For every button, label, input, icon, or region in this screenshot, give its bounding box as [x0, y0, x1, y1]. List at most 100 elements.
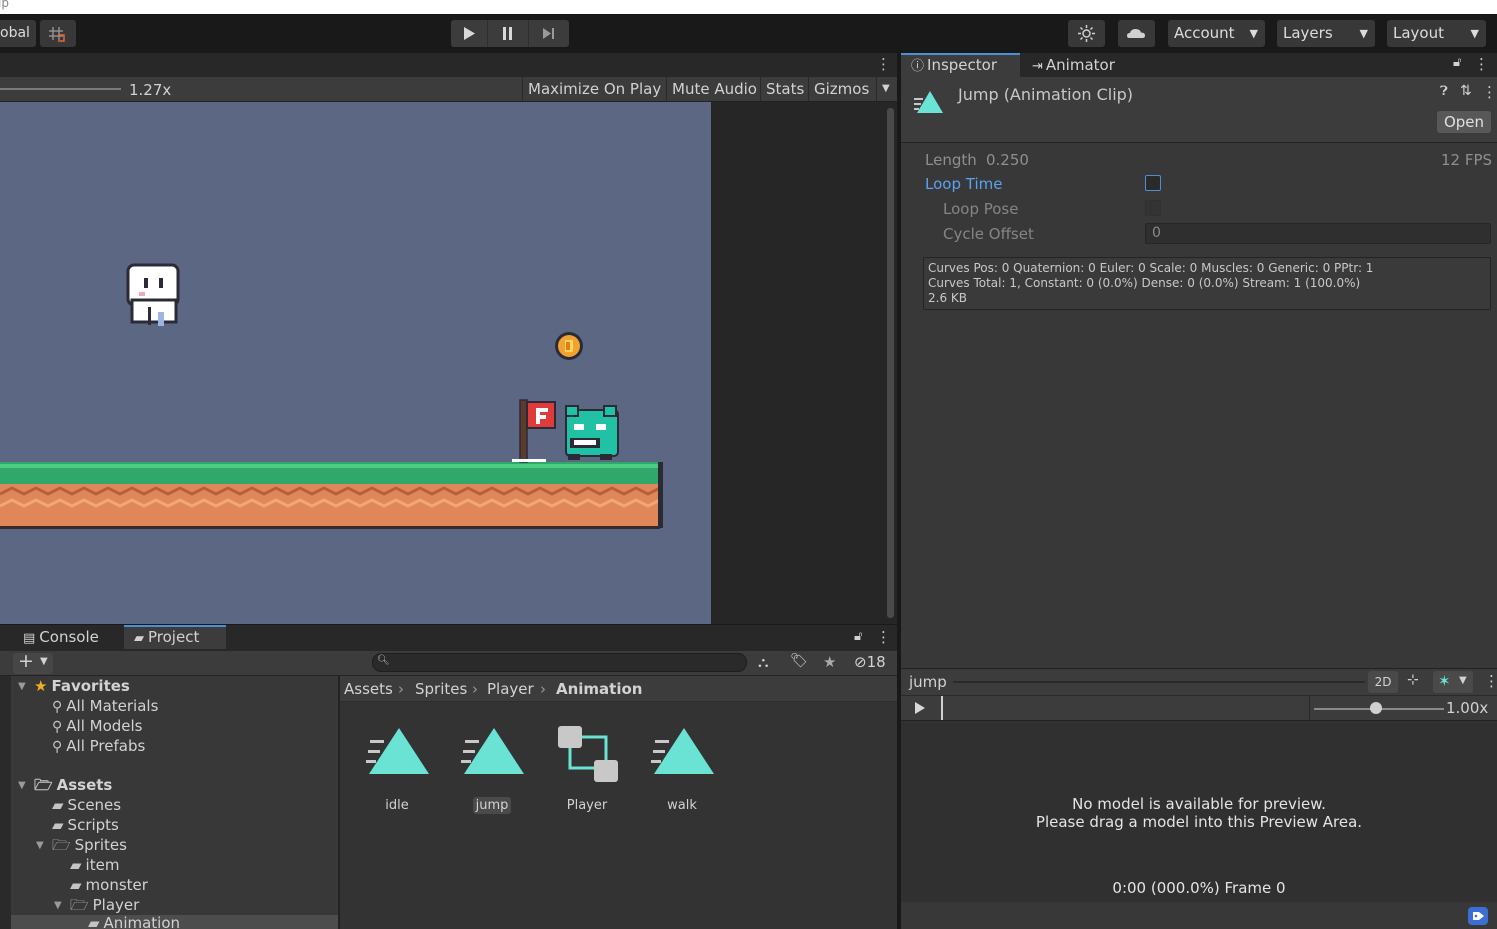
tab-console-label: Console	[39, 628, 99, 646]
favorites-expand-triangle[interactable]: ▼	[18, 681, 26, 692]
scale-slider[interactable]	[0, 88, 121, 90]
loop-pose-checkbox[interactable]	[1145, 200, 1161, 216]
all-prefabs-label: All Prefabs	[66, 737, 146, 755]
asset-idle[interactable]	[352, 722, 442, 786]
favorite-star-icon[interactable]: ★	[823, 653, 836, 671]
preview-drag-handle[interactable]	[953, 681, 1365, 683]
asset-player-label[interactable]: Player	[542, 798, 632, 813]
layers-label: Layers	[1283, 24, 1333, 42]
2d-toggle[interactable]: 2D	[1368, 671, 1398, 693]
tab-inspector[interactable]: ⓘ Inspector	[901, 53, 1020, 77]
pause-button[interactable]	[488, 20, 528, 47]
folder-open-icon: 🗁︎	[52, 836, 71, 854]
hidden-packages-toggle[interactable]: ⊘18	[854, 653, 886, 671]
scripts-label: Scripts	[67, 816, 119, 834]
tab-animator-label: Animator	[1045, 56, 1115, 74]
lock-icon[interactable]: 🔓︎	[854, 629, 862, 644]
coin-sprite	[555, 332, 583, 360]
breadcrumb-assets[interactable]: Assets	[344, 680, 393, 698]
tree-item-player[interactable]: 🗁︎ Player	[70, 895, 139, 915]
sprites-label: Sprites	[74, 836, 127, 854]
player-sprite	[565, 405, 619, 460]
asset-walk[interactable]	[637, 722, 727, 786]
tree-item-scripts[interactable]: ▰ Scripts	[52, 815, 119, 835]
search-by-label-icon[interactable]: 🏷︎	[790, 653, 808, 669]
tab-console[interactable]: ▤ Console	[13, 625, 123, 649]
loop-time-checkbox[interactable]	[1145, 175, 1161, 191]
item-label: item	[85, 856, 120, 874]
help-icon[interactable]: ❓︎	[1440, 84, 1448, 99]
asset-player-controller[interactable]	[542, 722, 632, 792]
tab-animator[interactable]: ⇥ Animator	[1022, 53, 1125, 77]
kebab-menu-icon[interactable]: ⋮	[876, 628, 891, 646]
asset-walk-label[interactable]: walk	[637, 798, 727, 813]
player-expand-triangle[interactable]: ▼	[54, 900, 62, 911]
loop-pose-label: Loop Pose	[943, 200, 1019, 218]
tree-item-monster[interactable]: ▰ monster	[70, 875, 148, 895]
search-by-type-icon[interactable]: ⛬	[758, 653, 769, 671]
grid-snap-button[interactable]	[40, 20, 76, 47]
pivot-icon[interactable]: ⊹	[1407, 672, 1419, 688]
breadcrumb-sprites[interactable]: Sprites	[415, 680, 467, 698]
tree-item-scenes[interactable]: ▰ Scenes	[52, 795, 121, 815]
step-button[interactable]	[529, 20, 569, 47]
console-icon: ▤	[23, 631, 36, 646]
speed-slider-thumb[interactable]	[1370, 702, 1382, 714]
avatar-dropdown[interactable]: ✶ ▼	[1433, 671, 1473, 693]
tree-item-animation[interactable]: ▰ Animation	[88, 913, 180, 929]
asset-jump-label-wrap[interactable]: jump	[447, 797, 537, 814]
play-button[interactable]	[451, 20, 487, 47]
breadcrumb-player[interactable]: Player	[487, 680, 534, 698]
layout-dropdown[interactable]: Layout ▼	[1387, 20, 1486, 47]
tree-item-assets[interactable]: 🗁︎ Assets	[34, 775, 112, 795]
tree-item-favorites[interactable]: ★ Favorites	[34, 676, 130, 696]
breadcrumb: Assets › Sprites › Player › Animation	[340, 676, 897, 702]
timeline-scrubber[interactable]	[941, 696, 943, 721]
folder-open-icon: 🗁︎	[70, 896, 89, 914]
preview-play-icon[interactable]	[913, 701, 927, 715]
presets-icon[interactable]: ⇅	[1460, 83, 1472, 99]
tree-item-all-prefabs[interactable]: ⚲ All Prefabs	[52, 736, 145, 756]
animation-clip-icon	[461, 728, 524, 774]
global-toggle[interactable]: obal	[0, 20, 36, 47]
asset-label-icon[interactable]	[1468, 907, 1488, 925]
assets-expand-triangle[interactable]: ▼	[18, 780, 26, 791]
folder-open-icon: 🗁︎	[34, 776, 53, 794]
open-button[interactable]: Open	[1437, 111, 1491, 133]
preview-name: jump	[909, 673, 947, 691]
all-materials-label: All Materials	[66, 697, 159, 715]
services-button[interactable]	[1068, 20, 1105, 47]
cloud-button[interactable]	[1118, 20, 1155, 47]
layers-dropdown[interactable]: Layers ▼	[1277, 20, 1375, 47]
folder-icon: ▰	[70, 876, 82, 894]
sprites-expand-triangle[interactable]: ▼	[36, 840, 44, 851]
kebab-menu-icon[interactable]: ⋮	[1474, 55, 1489, 73]
maximize-on-play-toggle[interactable]: Maximize On Play	[522, 77, 666, 101]
tree-item-item[interactable]: ▰ item	[70, 855, 119, 875]
tree-item-all-models[interactable]: ⚲ All Models	[52, 716, 142, 736]
lock-icon[interactable]: 🔓︎	[1453, 55, 1461, 70]
tree-item-sprites[interactable]: 🗁︎ Sprites	[52, 835, 127, 855]
tab-project[interactable]: ▰ Project	[124, 625, 226, 649]
gizmos-toggle[interactable]: Gizmos	[808, 77, 874, 101]
game-view[interactable]	[0, 102, 711, 624]
kebab-menu-icon[interactable]: ⋮	[1482, 83, 1497, 101]
game-view-scrollbar[interactable]	[887, 108, 894, 618]
asset-idle-label[interactable]: idle	[352, 798, 442, 813]
cycle-offset-field[interactable]: 0	[1145, 223, 1491, 244]
tree-item-all-materials[interactable]: ⚲ All Materials	[52, 696, 158, 716]
preview-area[interactable]: No model is available for preview. Pleas…	[901, 720, 1497, 902]
account-dropdown[interactable]: Account ▼	[1168, 20, 1265, 47]
mute-audio-toggle[interactable]: Mute Audio	[666, 77, 762, 101]
frame-status: 0:00 (000.0%) Frame 0	[1112, 879, 1286, 897]
asset-jump[interactable]	[447, 722, 537, 786]
playmode-controls	[451, 20, 569, 47]
project-search-input[interactable]: 🔍︎	[372, 653, 747, 672]
breadcrumb-animation: Animation	[556, 680, 643, 698]
create-button[interactable]: + ▼	[13, 650, 53, 674]
stats-toggle[interactable]: Stats	[760, 77, 809, 101]
length-label: Length	[925, 151, 977, 169]
gizmos-chevron-down-icon[interactable]: ▼	[876, 77, 897, 101]
kebab-menu-icon[interactable]: ⋮	[876, 55, 891, 73]
kebab-menu-icon[interactable]: ⋮	[1484, 672, 1497, 690]
